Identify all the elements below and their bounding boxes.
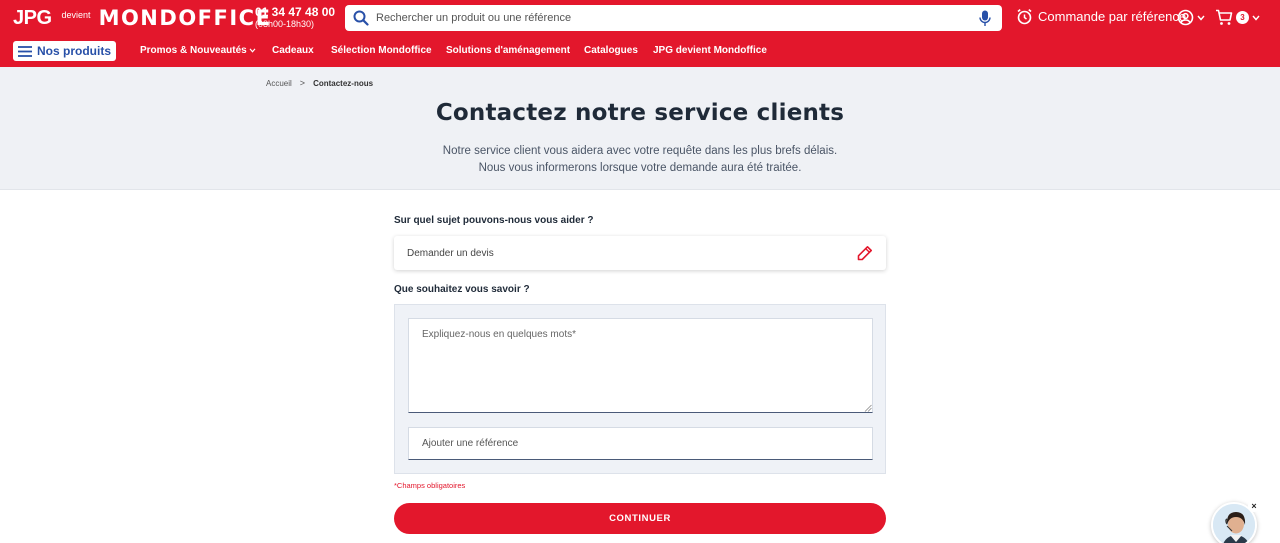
logo-brand: MONDOFFICE [98,6,272,30]
phone-number: 01 34 47 48 00 [255,5,336,19]
microphone-icon[interactable] [972,5,998,31]
chat-close-button[interactable]: × [1248,500,1260,512]
message-textarea[interactable] [408,318,873,413]
products-menu-label: Nos produits [37,44,111,58]
cart-menu[interactable]: 3 [1215,9,1260,26]
nav-item-amenagement[interactable]: Solutions d'aménagement [446,45,570,56]
nav-item-label: Promos & Nouveautés [140,45,247,56]
subject-label: Sur quel sujet pouvons-nous vous aider ? [394,215,594,226]
search-bar [345,5,1002,31]
reference-input[interactable] [408,427,873,460]
nav-item-jpg-devient[interactable]: JPG devient Mondoffice [653,45,767,56]
intro-text-line-2: Nous vous informerons lorsque votre dema… [478,162,802,174]
alarm-clock-icon [1017,8,1032,25]
phone-hours: (08h00-18h30) [255,19,315,29]
question-panel [394,304,886,474]
pencil-edit-icon[interactable] [857,245,873,261]
logo-jpg: JPG [13,6,52,29]
cart-count-badge: 3 [1236,11,1249,24]
order-by-reference-link[interactable]: Commande par référence [1016,8,1186,25]
breadcrumb-home[interactable]: Accueil [266,79,292,88]
breadcrumb-separator-icon: > [299,78,306,88]
subject-select[interactable]: Demander un devis [394,236,886,270]
required-fields-note: *Champs obligatoires [394,481,466,490]
main-nav: Nos produits Promos & Nouveautés Cadeaux… [0,40,1280,62]
logo-devient: devient [61,10,91,20]
nav-item-selection[interactable]: Sélection Mondoffice [331,45,432,56]
chevron-down-icon [1252,15,1260,21]
cart-icon [1216,9,1233,25]
subject-value: Demander un devis [407,247,494,259]
user-icon [1177,9,1194,26]
intro-text-line-1: Notre service client vous aidera avec vo… [442,145,838,157]
order-by-reference-label: Commande par référence [1038,9,1187,24]
phone-contact[interactable]: 01 34 47 48 00 (08h00-18h30) [255,5,336,30]
hamburger-menu-icon [18,45,32,57]
top-header: JPG devient MONDOFFICE 01 34 47 48 00 (0… [0,0,1280,67]
search-icon[interactable] [348,5,374,31]
nav-item-catalogues[interactable]: Catalogues [584,45,638,56]
question-label: Que souhaitez vous savoir ? [394,284,530,295]
hero-section: Accueil > Contactez-nous Contactez notre… [0,67,1280,190]
nav-item-cadeaux[interactable]: Cadeaux [272,45,314,56]
page-title: Contactez notre service clients [435,100,845,126]
search-input[interactable] [374,12,972,24]
account-menu[interactable] [1177,9,1205,26]
logo[interactable]: JPG devient MONDOFFICE [13,6,271,30]
chevron-down-icon [250,48,256,53]
continue-button[interactable]: CONTINUER [394,503,886,534]
products-menu-button[interactable]: Nos produits [13,41,116,61]
breadcrumb-current: Contactez-nous [313,78,374,88]
resize-grip-icon[interactable] [864,404,872,412]
breadcrumb: Accueil > Contactez-nous [266,78,373,88]
nav-item-promos[interactable]: Promos & Nouveautés [140,45,256,56]
chevron-down-icon [1197,15,1205,21]
